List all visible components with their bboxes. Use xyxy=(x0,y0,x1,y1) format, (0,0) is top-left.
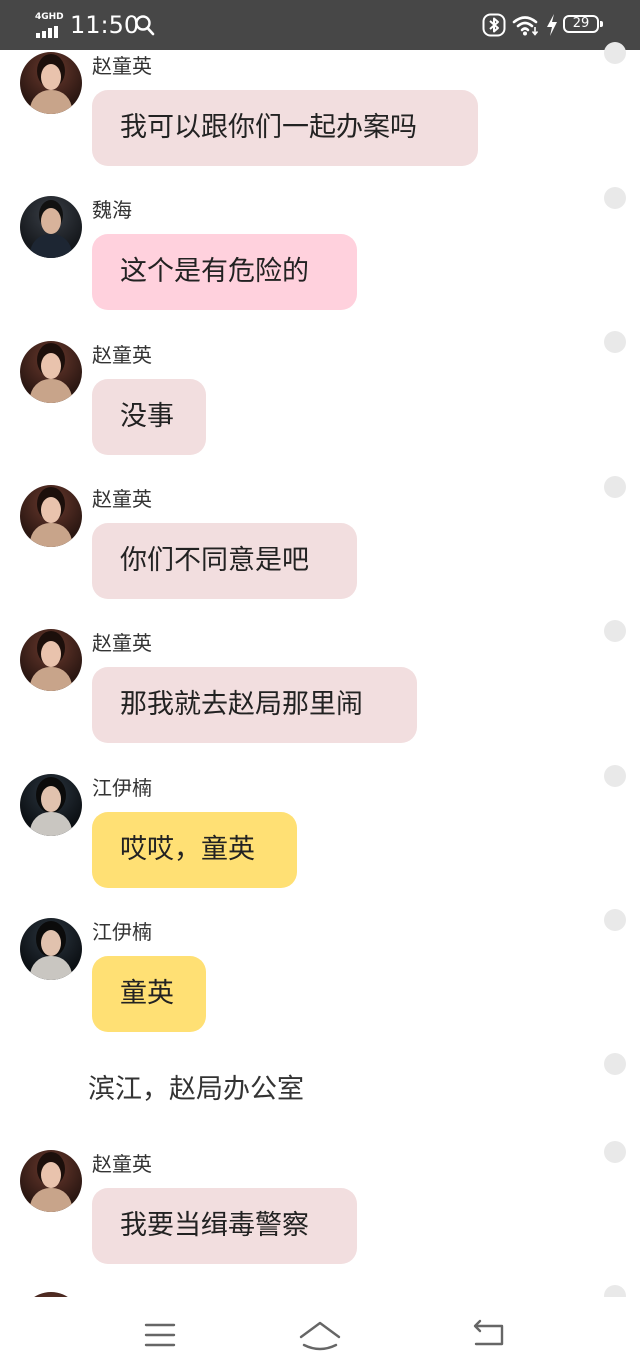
option-dot[interactable] xyxy=(604,1053,626,1075)
status-bar: 4GHD 11:50 29 xyxy=(0,0,640,50)
battery-level: 29 xyxy=(572,16,590,31)
option-dot[interactable] xyxy=(604,42,626,64)
message-bubble[interactable]: 这个是有危险的 xyxy=(92,234,357,310)
navigation-bar xyxy=(0,1297,640,1372)
message-bubble[interactable]: 你们不同意是吧 xyxy=(92,523,357,599)
sender-name: 赵童英 xyxy=(92,54,152,78)
menu-icon[interactable] xyxy=(140,1315,180,1355)
network-type: 4GHD xyxy=(35,12,64,22)
option-dot[interactable] xyxy=(604,909,626,931)
signal-icon: 4GHD xyxy=(35,12,65,38)
avatar[interactable] xyxy=(20,918,82,980)
message-bubble[interactable]: 我要当缉毒警察 xyxy=(92,1188,357,1264)
message-bubble[interactable]: 童英 xyxy=(92,956,206,1032)
sender-name: 魏海 xyxy=(92,198,132,222)
avatar[interactable] xyxy=(20,52,82,114)
option-dot[interactable] xyxy=(604,1141,626,1163)
avatar[interactable] xyxy=(20,341,82,403)
charging-icon xyxy=(547,14,557,36)
sender-name: 江伊楠 xyxy=(92,776,152,800)
message-bubble[interactable]: 哎哎，童英 xyxy=(92,812,297,888)
sender-name: 赵童英 xyxy=(92,631,152,655)
avatar[interactable] xyxy=(20,485,82,547)
option-dot[interactable] xyxy=(604,331,626,353)
avatar[interactable] xyxy=(20,774,82,836)
avatar[interactable] xyxy=(20,1150,82,1212)
avatar[interactable] xyxy=(20,629,82,691)
battery-icon: 29 xyxy=(563,15,603,33)
message-bubble[interactable]: 那我就去赵局那里闹 xyxy=(92,667,417,743)
sender-name: 赵童英 xyxy=(92,343,152,367)
option-dot[interactable] xyxy=(604,620,626,642)
message-bubble[interactable]: 没事 xyxy=(92,379,206,455)
sender-name: 赵童英 xyxy=(92,1152,152,1176)
sender-name: 赵童英 xyxy=(92,487,152,511)
bluetooth-icon xyxy=(482,13,506,37)
narration-text: 滨江，赵局办公室 xyxy=(88,1074,304,1105)
option-dot[interactable] xyxy=(604,765,626,787)
wifi-icon xyxy=(512,16,539,36)
option-dot[interactable] xyxy=(604,476,626,498)
back-icon[interactable] xyxy=(470,1315,510,1355)
status-time: 11:50 xyxy=(70,11,140,39)
search-icon xyxy=(135,15,155,36)
option-dot[interactable] xyxy=(604,187,626,209)
home-icon[interactable] xyxy=(298,1315,342,1355)
avatar[interactable] xyxy=(20,196,82,258)
sender-name: 江伊楠 xyxy=(92,920,152,944)
message-bubble[interactable]: 我可以跟你们一起办案吗 xyxy=(92,90,478,166)
